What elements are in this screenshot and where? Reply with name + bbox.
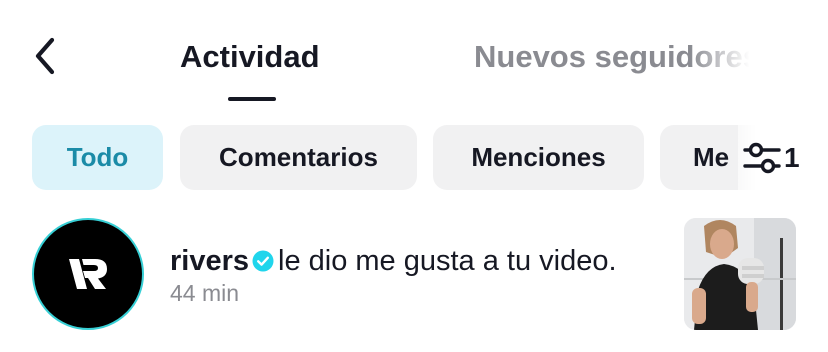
tab-activity[interactable]: Actividad (180, 38, 320, 76)
notification-time: 44 min (170, 280, 240, 306)
boxing-video-thumbnail-image (684, 218, 796, 330)
notification-text: rivers le dio me gusta a tu video. (170, 242, 617, 280)
notification-action: le dio me gusta a tu video. (278, 245, 617, 277)
back-button[interactable] (28, 34, 68, 78)
filter-button[interactable]: 1 (738, 125, 828, 190)
filter-chip-comments[interactable]: Comentarios (180, 125, 417, 190)
filter-chip-mentions[interactable]: Menciones (433, 125, 644, 190)
r-logo-icon (69, 259, 107, 289)
filter-chip-all[interactable]: Todo (32, 125, 163, 190)
tab-new-followers[interactable]: Nuevos seguidores (474, 38, 750, 76)
notification-username[interactable]: rivers (170, 245, 249, 277)
video-thumbnail[interactable] (684, 218, 796, 330)
avatar[interactable] (32, 218, 144, 330)
verified-badge-icon (252, 250, 274, 272)
chevron-left-icon (35, 37, 55, 75)
active-tab-indicator (228, 97, 276, 101)
filter-count: 1 (784, 141, 800, 173)
notification-item[interactable]: rivers le dio me gusta a tu video. 44 min (0, 210, 828, 340)
sliders-icon (743, 142, 781, 173)
